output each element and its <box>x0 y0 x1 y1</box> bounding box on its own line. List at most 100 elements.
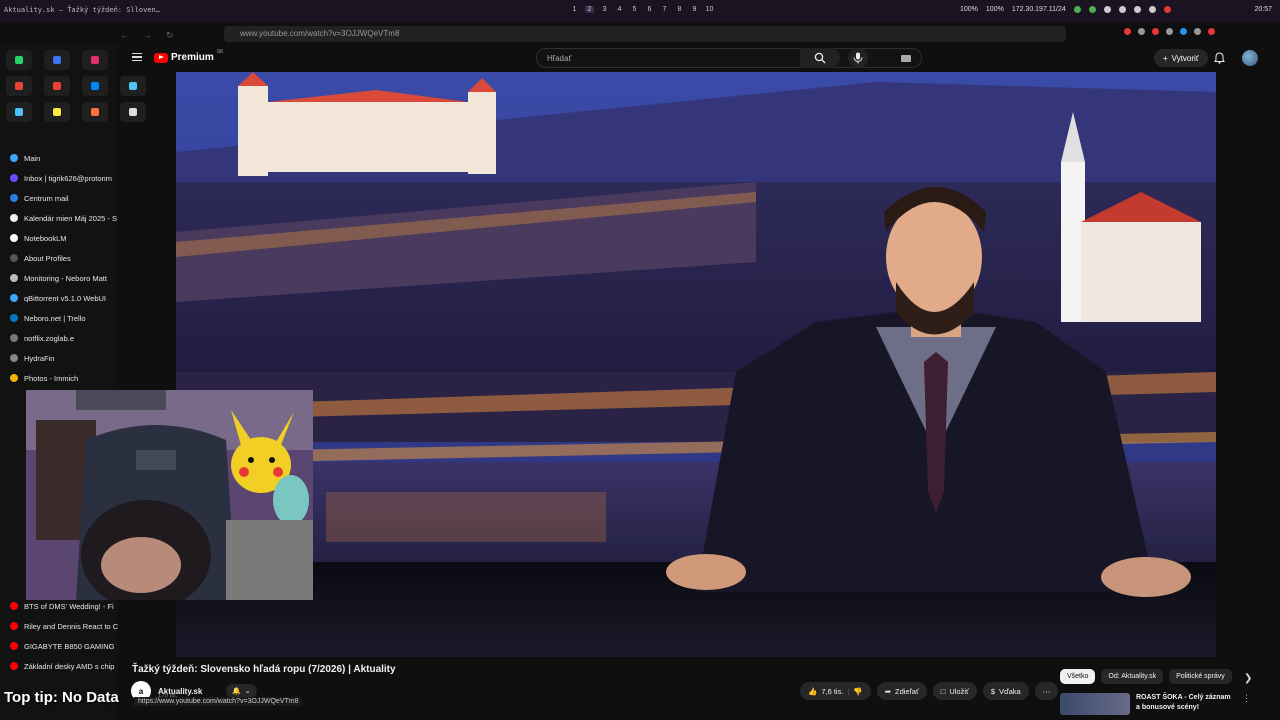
menu-icon[interactable] <box>132 53 142 61</box>
sidebar-tab[interactable]: GIGABYTE B850 GAMING <box>0 636 118 656</box>
share-label: Zdieľať <box>895 686 919 696</box>
tab-label: Inbox | tigrik626@protonm <box>24 173 112 183</box>
sidebar-tab[interactable]: HydraFin <box>0 348 118 368</box>
puzzle-icon[interactable] <box>1194 28 1201 35</box>
more-vertical-icon[interactable]: ⋮ <box>1242 693 1251 715</box>
keyboard-icon[interactable] <box>901 55 911 62</box>
filter-chip[interactable]: Všetko <box>1060 669 1096 684</box>
recommended-title[interactable]: ROAST ŠOKA - Celý záznam a bonusové scén… <box>1136 693 1236 715</box>
thanks-button[interactable]: $ Vďaka <box>982 682 1029 700</box>
address-bar[interactable]: www.youtube.com/watch?v=3OJJWQeVTm8 <box>224 26 1066 42</box>
tab-label: NotebookLM <box>24 233 67 243</box>
tab-label: Photos - Immich <box>24 373 79 383</box>
share-button[interactable]: ➦ Zdieľať <box>876 682 927 700</box>
messenger-icon[interactable] <box>82 76 108 96</box>
workspace-10[interactable]: 10 <box>705 6 714 13</box>
notifications-bell-icon[interactable] <box>1214 52 1225 64</box>
sidebar-tab[interactable]: Inbox | tigrik626@protonm <box>0 168 118 188</box>
search-placeholder: Hľadať <box>547 54 572 63</box>
sidebar-tab[interactable]: Photos - Immich <box>0 368 118 388</box>
top-tip-overlay: Top tip: No Data <box>4 689 119 706</box>
tab-label: BTS of DMS' Wedding! - Fi <box>24 601 114 611</box>
discord-icon[interactable] <box>1148 6 1156 13</box>
bell-icon: 🔔 <box>232 688 241 695</box>
search-button[interactable] <box>800 48 840 68</box>
sidebar-tab[interactable]: Riley and Dennis React to C <box>0 616 118 636</box>
workspace-9[interactable]: 9 <box>690 6 699 13</box>
sidebar-tab[interactable]: qBittorrent v5.1.0 WebUI <box>0 288 118 308</box>
video-title: Ťažký týždeň: Slovensko hľadá ropu (7/20… <box>132 664 396 675</box>
reload-icon[interactable]: ↻ <box>166 30 174 41</box>
workspace-5[interactable]: 5 <box>630 6 639 13</box>
back-icon[interactable]: ← <box>120 30 129 41</box>
translate-icon[interactable] <box>1180 28 1187 35</box>
sidebar-tab[interactable]: NotebookLM <box>0 228 118 248</box>
microphone-icon <box>853 52 863 64</box>
nav-buttons: ← → ↻ <box>120 30 174 41</box>
plus-icon: + <box>1163 53 1168 63</box>
filter-chip[interactable]: Od: Aktuality.sk <box>1101 669 1164 684</box>
sidebar-tab[interactable]: Monitoring - Neboro Matt <box>0 268 118 288</box>
sidebar-tab[interactable]: Kalendár mien Máj 2025 - S <box>0 208 118 228</box>
notes-icon[interactable] <box>44 102 70 122</box>
thumbs-down-icon[interactable]: 👎 <box>853 687 862 696</box>
workspace-3[interactable]: 3 <box>600 6 609 13</box>
tab-label: Main <box>24 153 41 163</box>
workspace-1[interactable]: 1 <box>570 6 579 13</box>
firefox-icon[interactable] <box>82 102 108 122</box>
search-icon <box>814 52 826 64</box>
sidebar-tab[interactable]: About Profiles <box>0 248 118 268</box>
account-avatar[interactable] <box>1242 50 1258 66</box>
chat-icon[interactable] <box>6 102 32 122</box>
tab-favicon-icon <box>10 234 18 242</box>
create-button[interactable]: + Vytvoriť <box>1154 49 1208 67</box>
workspace-7[interactable]: 7 <box>660 6 669 13</box>
badge-icon[interactable] <box>1208 28 1215 35</box>
whatsapp-icon[interactable] <box>6 50 32 70</box>
thanks-label: Vďaka <box>998 686 1021 696</box>
workspace-8[interactable]: 8 <box>675 6 684 13</box>
gmail-2-icon[interactable] <box>44 76 70 96</box>
forward-icon[interactable]: → <box>143 30 152 41</box>
password-icon[interactable] <box>1166 28 1173 35</box>
sidebar-tab[interactable]: Centrum mail <box>0 188 118 208</box>
sidebar-tab[interactable]: Základní desky AMD s chip <box>0 656 118 676</box>
recommended-thumbnail[interactable] <box>1060 693 1130 715</box>
save-button[interactable]: □ Uložiť <box>932 682 977 700</box>
subscription-bell-button[interactable]: 🔔 ⌄ <box>226 684 257 698</box>
record-icon[interactable] <box>1163 6 1171 13</box>
clock: 20:57 <box>1254 6 1272 13</box>
ublock-icon[interactable] <box>1152 28 1159 35</box>
sidebar-tab[interactable]: notflix.zoglab.e <box>0 328 118 348</box>
tab-favicon-icon <box>10 254 18 262</box>
phone-icon[interactable] <box>1103 6 1111 13</box>
update-icon[interactable] <box>1088 6 1096 13</box>
like-button[interactable]: 👍 7,6 tis. | 👎 <box>800 682 871 700</box>
signal-icon[interactable] <box>44 50 70 70</box>
extension-icon[interactable] <box>1138 28 1145 35</box>
workspace-4[interactable]: 4 <box>615 6 624 13</box>
github-icon[interactable] <box>120 102 146 122</box>
steam-icon[interactable] <box>1133 6 1141 13</box>
drive-icon[interactable] <box>120 76 146 96</box>
video-frame <box>176 72 1216 657</box>
chevron-right-icon[interactable]: ❯ <box>1244 673 1252 684</box>
gmail-icon[interactable] <box>6 76 32 96</box>
sidebar-tab[interactable]: Main <box>0 148 118 168</box>
workspace-6[interactable]: 6 <box>645 6 654 13</box>
telegram-icon[interactable] <box>1118 6 1126 13</box>
workspace-2[interactable]: 2 <box>585 6 594 13</box>
sidebar-tab[interactable]: Neboro.net | Trello <box>0 308 118 328</box>
adblock-icon[interactable] <box>1124 28 1131 35</box>
recommended-video[interactable]: ROAST ŠOKA - Celý záznam a bonusové scén… <box>1060 693 1251 715</box>
more-actions-button[interactable]: ⋯ <box>1034 682 1059 700</box>
tab-favicon-icon <box>10 194 18 202</box>
network-icon[interactable] <box>1073 6 1081 13</box>
video-player[interactable] <box>176 72 1216 657</box>
youtube-logo[interactable]: Premium SK <box>154 49 223 63</box>
like-count: 7,6 tis. <box>821 686 844 696</box>
workspace-switcher[interactable]: 1 2 3 4 5 6 7 8 9 10 <box>570 6 714 13</box>
instagram-icon[interactable] <box>82 50 108 70</box>
voice-search-button[interactable] <box>848 48 868 68</box>
filter-chip[interactable]: Politické správy <box>1169 669 1232 684</box>
